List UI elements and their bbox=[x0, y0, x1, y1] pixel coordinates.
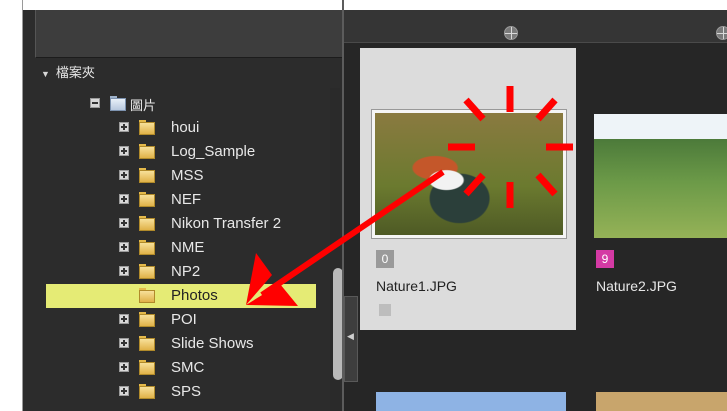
folder-tree-item[interactable]: Nikon Transfer 2 bbox=[23, 212, 323, 236]
folder-tree-item-label: NP2 bbox=[171, 263, 201, 280]
folder-tree-item-label: MSS bbox=[171, 167, 204, 184]
label-badge: 9 bbox=[596, 250, 614, 268]
thumbnail-toolbar bbox=[344, 10, 727, 43]
folder-icon bbox=[139, 384, 155, 399]
panel-collapse-handle[interactable]: ◀ bbox=[344, 296, 358, 382]
folder-tree-item[interactable]: Photos bbox=[46, 284, 316, 308]
folder-tree-item-label: Nikon Transfer 2 bbox=[171, 215, 282, 232]
tree-expander-plus-icon[interactable] bbox=[119, 266, 129, 276]
folder-tree-item-label: NME bbox=[171, 239, 205, 256]
globe-icon-2[interactable] bbox=[716, 26, 727, 40]
next-row-thumbnail-2[interactable] bbox=[596, 392, 727, 411]
folder-tree-item[interactable]: NEF bbox=[23, 188, 323, 212]
folder-icon bbox=[139, 120, 155, 135]
nx-browser-window: ▼ 檔案夾 圖片 houi Log_Sample MSS NEF Nikon Transf… bbox=[0, 0, 727, 411]
next-row-thumbnail[interactable] bbox=[376, 392, 566, 411]
folder-tree-item[interactable]: SMC bbox=[23, 356, 323, 380]
folder-tree-item[interactable]: MSS bbox=[23, 164, 323, 188]
thumbnail-filename-2: Nature2.JPG bbox=[596, 278, 677, 294]
folder-tree-item-label: SMC bbox=[171, 359, 205, 376]
thumbnail-image-1[interactable] bbox=[371, 109, 567, 239]
folder-icon bbox=[139, 264, 155, 279]
folder-icon bbox=[139, 336, 155, 351]
tree-expander-plus-icon[interactable] bbox=[119, 338, 129, 348]
folder-tree-item[interactable]: Slide Shows bbox=[23, 332, 323, 356]
collapse-triangle-icon[interactable]: ▼ bbox=[41, 69, 50, 79]
tree-expander-plus-icon[interactable] bbox=[119, 386, 129, 396]
tree-expander-plus-icon[interactable] bbox=[119, 218, 129, 228]
tree-root-label: 圖片 bbox=[130, 98, 157, 113]
tree-expander-plus-icon[interactable] bbox=[119, 122, 129, 132]
tree-expander-plus-icon[interactable] bbox=[119, 146, 129, 156]
folder-tree-item-label: Photos bbox=[171, 287, 218, 304]
folder-panel-header-area bbox=[35, 10, 342, 58]
left-triangle-icon: ◀ bbox=[347, 331, 354, 341]
folder-icon bbox=[139, 312, 155, 327]
tree-root-pictures[interactable]: 圖片 bbox=[23, 92, 323, 116]
tree-expander-plus-icon[interactable] bbox=[119, 314, 129, 324]
folder-tree-item[interactable]: houi bbox=[23, 116, 323, 140]
globe-icon[interactable] bbox=[504, 26, 518, 40]
folder-tree-item[interactable]: Log_Sample bbox=[23, 140, 323, 164]
folder-tree-item-label: Log_Sample bbox=[171, 143, 256, 160]
pictures-folder-icon bbox=[110, 96, 126, 111]
folder-tree-item[interactable]: NME bbox=[23, 236, 323, 260]
tree-expander-plus-icon[interactable] bbox=[119, 362, 129, 372]
folders-section-header[interactable]: ▼ 檔案夾 bbox=[41, 62, 95, 81]
tree-expander-plus-icon[interactable] bbox=[119, 194, 129, 204]
rating-badge: 0 bbox=[376, 250, 394, 268]
tree-expander-minus-icon[interactable] bbox=[90, 98, 100, 108]
folder-tree-item-label: POI bbox=[171, 311, 197, 328]
folder-icon bbox=[139, 168, 155, 183]
folder-tree-item[interactable]: NP2 bbox=[23, 260, 323, 284]
folders-section-title: 檔案夾 bbox=[55, 65, 95, 80]
tree-expander-plus-icon[interactable] bbox=[119, 170, 129, 180]
thumbnail-image-2[interactable] bbox=[594, 114, 727, 238]
folder-tree-item[interactable]: POI bbox=[23, 308, 323, 332]
folder-icon bbox=[139, 360, 155, 375]
folder-tree-item-label: SPS bbox=[171, 383, 202, 400]
folder-tree-item-label: NEF bbox=[171, 191, 201, 208]
folder-icon bbox=[139, 192, 155, 207]
folder-panel: ▼ 檔案夾 圖片 houi Log_Sample MSS NEF Nikon Transf… bbox=[23, 0, 343, 411]
folder-icon bbox=[139, 240, 155, 255]
folder-tree-item-label: Slide Shows bbox=[171, 335, 254, 352]
folder-icon bbox=[139, 216, 155, 231]
folder-icon bbox=[139, 144, 155, 159]
info-mark-icon bbox=[379, 304, 391, 316]
panel-top-strip bbox=[23, 0, 342, 10]
tree-expander-plus-icon[interactable] bbox=[119, 242, 129, 252]
panel-top-strip-right bbox=[344, 0, 727, 10]
folder-icon bbox=[139, 288, 155, 303]
thumbnail-filename: Nature1.JPG bbox=[376, 278, 457, 294]
folder-tree-item[interactable]: SPS bbox=[23, 380, 323, 404]
window-left-edge bbox=[0, 0, 23, 411]
folder-tree-item-label: houi bbox=[171, 119, 200, 136]
